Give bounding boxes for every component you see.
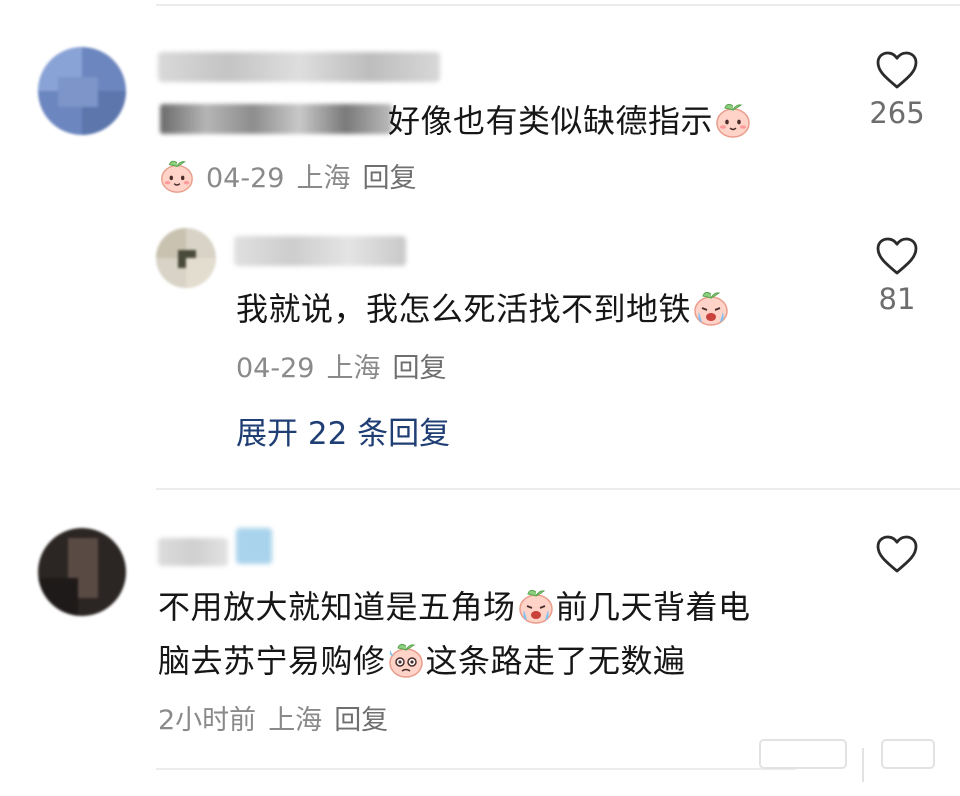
peach-face-emoji	[161, 160, 193, 193]
like-count: 81	[878, 282, 916, 316]
peach-face-emoji	[716, 103, 750, 138]
comment-text: 好像也有类似缺德指示	[388, 94, 753, 148]
comment-location: 上海	[296, 163, 351, 194]
worried-peach-emoji	[388, 643, 423, 678]
blurred-text	[160, 104, 392, 134]
heart-outline-icon	[876, 51, 918, 89]
comment-meta: 2小时前 上海 回复	[158, 698, 400, 737]
crying-peach-emoji	[518, 589, 553, 624]
like-button[interactable]	[857, 534, 937, 574]
comment-location: 上海	[268, 705, 323, 736]
like-button[interactable]: 265	[857, 50, 937, 130]
like-count: 265	[869, 96, 925, 130]
comment-date: 2小时前	[158, 705, 257, 736]
reply-meta: 04-29 上海 回复	[236, 346, 458, 385]
crying-peach-emoji	[694, 291, 728, 326]
username-blurred[interactable]	[158, 538, 228, 566]
reply-button[interactable]: 回复	[362, 163, 416, 194]
avatar[interactable]	[156, 228, 216, 288]
comment-text: 不用放大就知道是五角场 前几天背着电 脑去苏宁易购修 这条路走了无数遍	[158, 588, 751, 680]
reply-button[interactable]: 回复	[334, 705, 388, 736]
comment-divider	[156, 488, 960, 490]
username-blurred[interactable]	[234, 236, 406, 266]
comment-date: 04-29	[206, 163, 285, 194]
comment-meta: 04-29 上海 回复	[158, 156, 428, 195]
reply-button[interactable]: 回复	[392, 353, 446, 384]
avatar[interactable]	[38, 47, 126, 135]
top-divider	[156, 4, 960, 6]
like-button[interactable]: 81	[857, 236, 937, 316]
heart-outline-icon	[876, 535, 918, 573]
reply-location: 上海	[326, 353, 381, 384]
avatar[interactable]	[38, 528, 126, 616]
username-blurred[interactable]	[158, 52, 440, 82]
user-badge-blurred	[236, 528, 272, 564]
heart-outline-icon	[876, 237, 918, 275]
expand-replies-link[interactable]: 展开 22 条回复	[236, 408, 450, 453]
bottom-divider	[156, 768, 796, 770]
reply-text: 我就说，我怎么死活找不到地铁	[236, 282, 731, 336]
watermark-logo	[758, 736, 938, 782]
reply-date: 04-29	[236, 353, 315, 384]
